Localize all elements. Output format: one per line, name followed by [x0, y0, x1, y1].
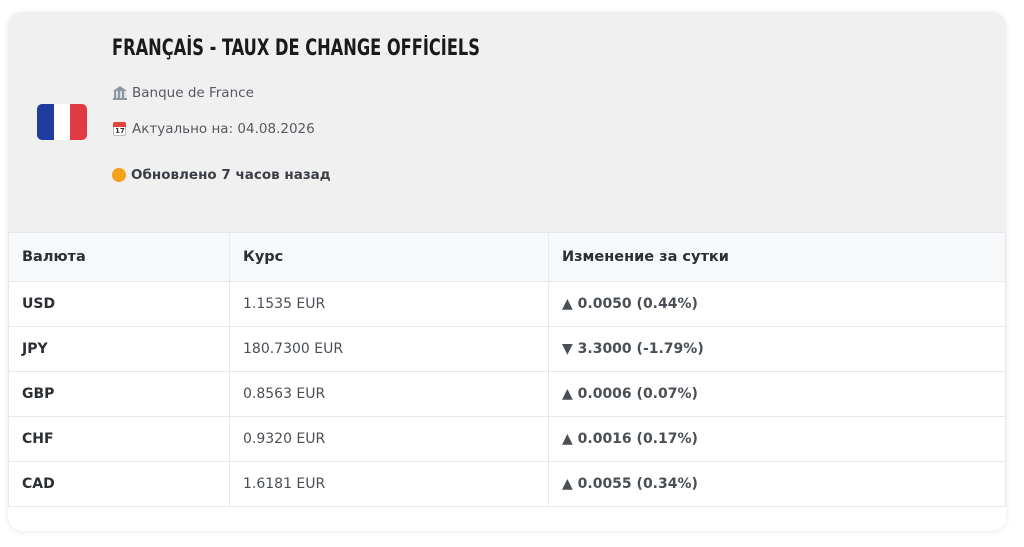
currency-change: ▲ 0.0050 (0.44%)	[548, 281, 1006, 327]
bank-icon	[112, 85, 128, 101]
currency-code: USD	[8, 281, 230, 327]
currency-change: ▼ 3.3000 (-1.79%)	[548, 326, 1006, 372]
source-line: Banque de France	[112, 85, 254, 101]
currency-change: ▲ 0.0016 (0.17%)	[548, 416, 1006, 462]
currency-rate: 0.9320 EUR	[229, 416, 549, 462]
currency-change: ▲ 0.0055 (0.34%)	[548, 461, 1006, 507]
status-dot-icon	[112, 168, 126, 182]
currency-code: CAD	[8, 461, 230, 507]
table-row: CAD 1.6181 EUR ▲ 0.0055 (0.34%)	[8, 461, 1006, 507]
table-row: GBP 0.8563 EUR ▲ 0.0006 (0.07%)	[8, 371, 1006, 417]
currency-rate: 1.1535 EUR	[229, 281, 549, 327]
currency-code: JPY	[8, 326, 230, 372]
card-header: FRANÇAİS - TAUX DE CHANGE OFFİCİELS Banq…	[8, 12, 1006, 232]
calendar-icon: 17	[112, 121, 128, 137]
france-flag-icon	[37, 104, 87, 140]
currency-rate: 1.6181 EUR	[229, 461, 549, 507]
column-header-change: Изменение за сутки	[548, 232, 1006, 282]
currency-change: ▲ 0.0006 (0.07%)	[548, 371, 1006, 417]
date-line: 17 Актуально на: 04.08.2026	[112, 121, 315, 137]
exchange-rates-card: FRANÇAİS - TAUX DE CHANGE OFFİCİELS Banq…	[8, 12, 1006, 531]
rates-table: Валюта Курс Изменение за сутки USD 1.153…	[8, 232, 1006, 507]
date-label: Актуально на: 04.08.2026	[132, 121, 315, 137]
column-header-currency: Валюта	[8, 232, 230, 282]
table-header-row: Валюта Курс Изменение за сутки	[8, 232, 1006, 282]
column-header-rate: Курс	[229, 232, 549, 282]
page-title: FRANÇAİS - TAUX DE CHANGE OFFİCİELS	[112, 36, 480, 61]
currency-code: GBP	[8, 371, 230, 417]
source-name: Banque de France	[132, 85, 254, 101]
table-row: USD 1.1535 EUR ▲ 0.0050 (0.44%)	[8, 281, 1006, 327]
table-row: JPY 180.7300 EUR ▼ 3.3000 (-1.79%)	[8, 326, 1006, 372]
currency-rate: 180.7300 EUR	[229, 326, 549, 372]
update-status: Обновлено 7 часов назад	[112, 167, 331, 183]
currency-rate: 0.8563 EUR	[229, 371, 549, 417]
table-row: CHF 0.9320 EUR ▲ 0.0016 (0.17%)	[8, 416, 1006, 462]
status-text: Обновлено 7 часов назад	[131, 167, 331, 183]
currency-code: CHF	[8, 416, 230, 462]
